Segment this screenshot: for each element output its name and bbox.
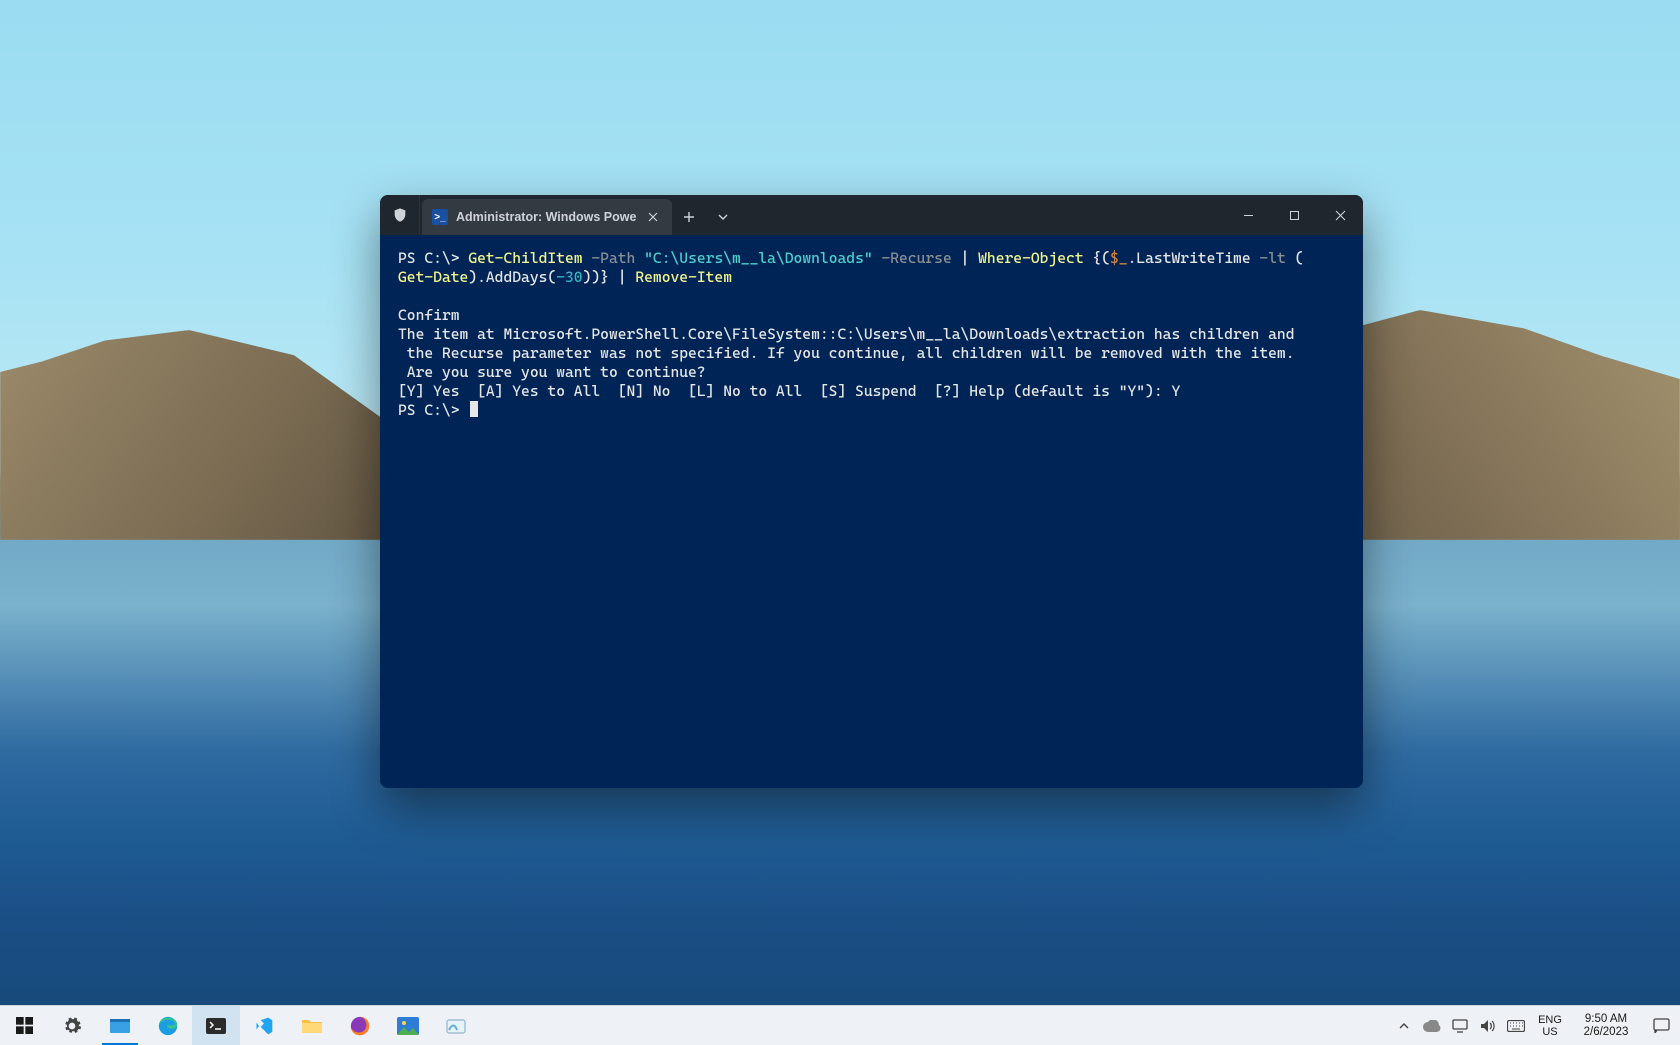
path-string: "C:\Users\m__la\Downloads": [644, 249, 873, 267]
tray-volume-icon[interactable]: [1474, 1006, 1502, 1045]
prompt-2: PS C:\>: [398, 401, 468, 419]
cmd-remove-item: Remove-Item: [635, 268, 732, 286]
number-neg30: -30: [556, 268, 582, 286]
flag-path: -Path: [591, 249, 635, 267]
tray-chevron-up-icon[interactable]: [1390, 1006, 1418, 1045]
tab-dropdown-button[interactable]: [706, 199, 740, 235]
taskbar-settings-icon[interactable]: [48, 1006, 96, 1045]
taskbar-vscode-icon[interactable]: [240, 1006, 288, 1045]
taskbar[interactable]: ENG US 9:50 AM 2/6/2023: [0, 1005, 1680, 1045]
lang-region: US: [1542, 1026, 1557, 1038]
tray-clock[interactable]: 9:50 AM 2/6/2023: [1570, 1013, 1642, 1039]
lang-code: ENG: [1538, 1014, 1562, 1026]
taskbar-app-icon[interactable]: [432, 1006, 480, 1045]
cmd-get-date: Get-Date: [398, 268, 468, 286]
minimize-button[interactable]: [1225, 195, 1271, 235]
windows-terminal-window[interactable]: >_ Administrator: Windows Powe PS C:\> G…: [380, 195, 1363, 788]
tray-notifications-icon[interactable]: [1642, 1018, 1680, 1033]
tab-title: Administrator: Windows Powe: [456, 210, 636, 224]
titlebar-drag-area[interactable]: [740, 195, 1225, 235]
dollar-underscore: $_: [1110, 249, 1128, 267]
clock-date: 2/6/2023: [1584, 1026, 1629, 1039]
prompt: PS C:\>: [398, 249, 468, 267]
flag-recurse: -Recurse: [881, 249, 951, 267]
op-lt: -lt: [1259, 249, 1285, 267]
cmd-where-object: Where-Object: [978, 249, 1083, 267]
terminal-body[interactable]: PS C:\> Get-ChildItem -Path "C:\Users\m_…: [380, 235, 1363, 788]
tray-onedrive-icon[interactable]: [1418, 1006, 1446, 1045]
taskbar-notepad-icon[interactable]: [96, 1006, 144, 1045]
maximize-button[interactable]: [1271, 195, 1317, 235]
window-controls: [1225, 195, 1363, 235]
confirm-header: Confirm: [398, 306, 460, 324]
confirm-choices: [Y] Yes [A] Yes to All [N] No [L] No to …: [398, 382, 1180, 400]
taskbar-terminal-icon[interactable]: [192, 1006, 240, 1045]
confirm-body: The item at Microsoft.PowerShell.Core\Fi…: [398, 325, 1295, 381]
tray-language[interactable]: ENG US: [1530, 1014, 1570, 1038]
taskbar-photos-icon[interactable]: [384, 1006, 432, 1045]
tab-powershell[interactable]: >_ Administrator: Windows Powe: [422, 199, 672, 235]
cmd-get-childitem: Get-ChildItem: [468, 249, 582, 267]
tab-close-button[interactable]: [644, 208, 662, 226]
titlebar[interactable]: >_ Administrator: Windows Powe: [380, 195, 1363, 235]
wallpaper-hill-left: [0, 330, 420, 540]
powershell-icon: >_: [432, 209, 448, 225]
clock-time: 9:50 AM: [1585, 1013, 1627, 1026]
new-tab-button[interactable]: [672, 199, 706, 235]
tray-keyboard-icon[interactable]: [1502, 1006, 1530, 1045]
start-button[interactable]: [0, 1006, 48, 1045]
cursor: [470, 401, 478, 417]
close-button[interactable]: [1317, 195, 1363, 235]
taskbar-edge-icon[interactable]: [144, 1006, 192, 1045]
admin-shield-icon: [380, 195, 420, 235]
taskbar-firefox-icon[interactable]: [336, 1006, 384, 1045]
tray-display-icon[interactable]: [1446, 1006, 1474, 1045]
taskbar-file-explorer-icon[interactable]: [288, 1006, 336, 1045]
